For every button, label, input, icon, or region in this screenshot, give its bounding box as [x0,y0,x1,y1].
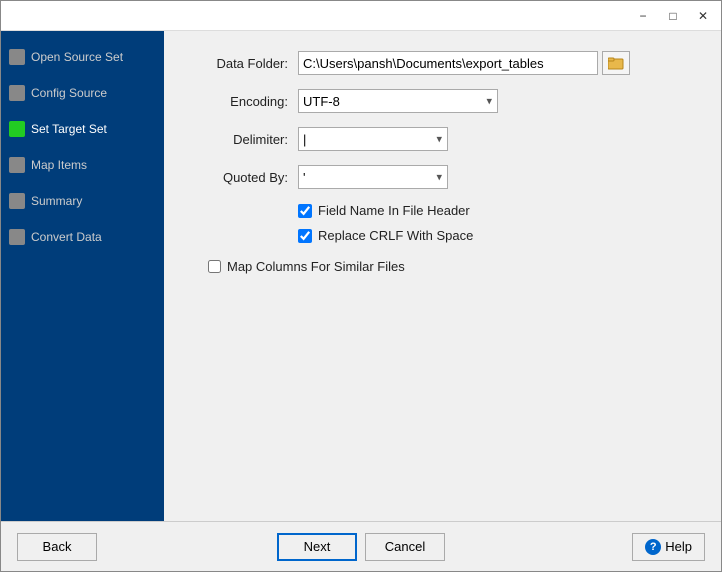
map-columns-row: Map Columns For Similar Files [208,259,697,274]
quoted-by-select[interactable]: ' " None [298,165,448,189]
bottom-bar-left: Back [17,533,269,561]
content-area: Open Source Set Config Source Set Target… [1,31,721,521]
sidebar-item-label-map-items: Map Items [31,158,87,172]
data-folder-control-wrap [298,51,630,75]
sidebar-item-label-summary: Summary [31,194,82,208]
sidebar-item-label-set-target-set: Set Target Set [31,122,107,136]
browse-folder-button[interactable] [602,51,630,75]
sidebar-item-summary[interactable]: Summary [1,183,164,219]
open-source-set-icon [9,49,25,65]
delimiter-label: Delimiter: [188,132,298,147]
title-bar-buttons: − □ ✕ [629,5,717,27]
close-button[interactable]: ✕ [689,5,717,27]
map-columns-label: Map Columns For Similar Files [227,259,405,274]
sidebar-item-config-source[interactable]: Config Source [1,75,164,111]
encoding-select-wrap: UTF-8 UTF-16 ASCII ISO-8859-1 [298,89,498,113]
sidebar-item-map-items[interactable]: Map Items [1,147,164,183]
sidebar-item-convert-data[interactable]: Convert Data [1,219,164,255]
map-items-icon [9,157,25,173]
quoted-by-control-wrap: ' " None [298,165,448,189]
data-folder-input[interactable] [298,51,598,75]
quoted-by-select-wrap: ' " None [298,165,448,189]
delimiter-select[interactable]: | , ; \t [298,127,448,151]
encoding-select[interactable]: UTF-8 UTF-16 ASCII ISO-8859-1 [298,89,498,113]
help-label: Help [665,539,692,554]
sidebar-item-set-target-set[interactable]: Set Target Set [1,111,164,147]
map-columns-checkbox[interactable] [208,260,221,273]
quoted-by-row: Quoted By: ' " None [188,165,697,189]
form-area: Data Folder: Encoding: [188,51,697,501]
delimiter-control-wrap: | , ; \t [298,127,448,151]
encoding-label: Encoding: [188,94,298,109]
folder-icon [608,56,624,70]
help-icon: ? [645,539,661,555]
sidebar-item-open-source-set[interactable]: Open Source Set [1,39,164,75]
convert-data-icon [9,229,25,245]
config-source-icon [9,85,25,101]
sidebar-item-label-open-source-set: Open Source Set [31,50,123,64]
next-button[interactable]: Next [277,533,357,561]
main-window: − □ ✕ Open Source Set Config Source Set … [0,0,722,572]
back-button[interactable]: Back [17,533,97,561]
field-name-header-label: Field Name In File Header [318,203,470,218]
minimize-button[interactable]: − [629,5,657,27]
restore-button[interactable]: □ [659,5,687,27]
delimiter-row: Delimiter: | , ; \t [188,127,697,151]
title-bar: − □ ✕ [1,1,721,31]
summary-icon [9,193,25,209]
replace-crlf-checkbox[interactable] [298,229,312,243]
field-name-header-row: Field Name In File Header [298,203,697,218]
bottom-bar-right: ? Help [453,533,705,561]
replace-crlf-label: Replace CRLF With Space [318,228,473,243]
sidebar-item-label-config-source: Config Source [31,86,107,100]
data-folder-row: Data Folder: [188,51,697,75]
quoted-by-label: Quoted By: [188,170,298,185]
encoding-control-wrap: UTF-8 UTF-16 ASCII ISO-8859-1 [298,89,498,113]
bottom-bar: Back Next Cancel ? Help [1,521,721,571]
sidebar-item-label-convert-data: Convert Data [31,230,102,244]
set-target-set-icon [9,121,25,137]
sidebar: Open Source Set Config Source Set Target… [1,31,164,521]
cancel-button[interactable]: Cancel [365,533,445,561]
bottom-bar-center: Next Cancel [277,533,445,561]
delimiter-select-wrap: | , ; \t [298,127,448,151]
field-name-header-checkbox[interactable] [298,204,312,218]
help-button[interactable]: ? Help [632,533,705,561]
replace-crlf-row: Replace CRLF With Space [298,228,697,243]
encoding-row: Encoding: UTF-8 UTF-16 ASCII ISO-8859-1 [188,89,697,113]
data-folder-label: Data Folder: [188,56,298,71]
main-form-area: Data Folder: Encoding: [164,31,721,521]
